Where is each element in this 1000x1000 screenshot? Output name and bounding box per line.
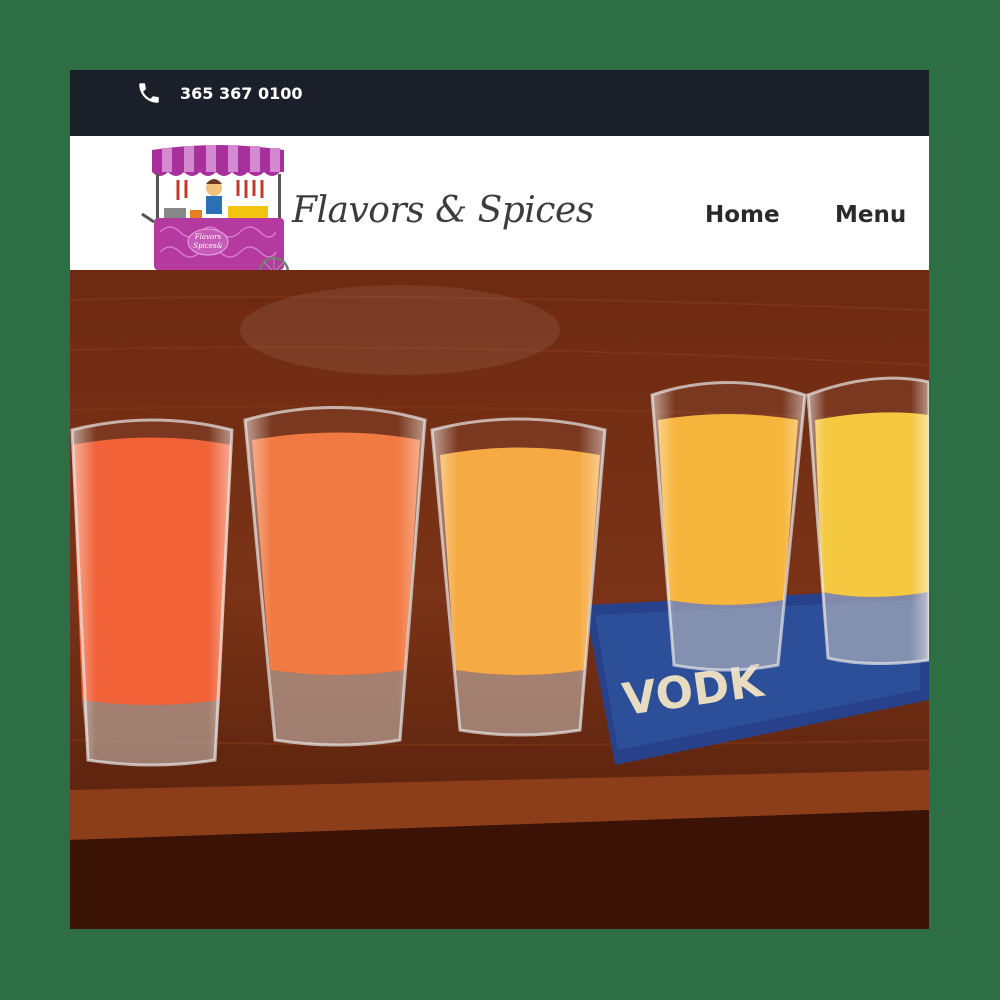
nav-menu[interactable]: Menu	[835, 202, 906, 228]
nav-home[interactable]: Home	[705, 202, 780, 228]
phone-number[interactable]: 365 367 0100	[180, 84, 302, 103]
brand-name[interactable]: Flavors & Spices	[292, 190, 594, 231]
phone-icon	[139, 83, 159, 103]
top-contact-bar: 365 367 0100	[70, 70, 929, 136]
hero-image-shot-glasses: VODK	[70, 270, 929, 929]
site-frame: 365 367 0100 Flavors Spices& Flavors & S…	[70, 70, 929, 929]
svg-text:Spices&: Spices&	[193, 242, 222, 250]
svg-text:Flavors: Flavors	[194, 233, 222, 241]
